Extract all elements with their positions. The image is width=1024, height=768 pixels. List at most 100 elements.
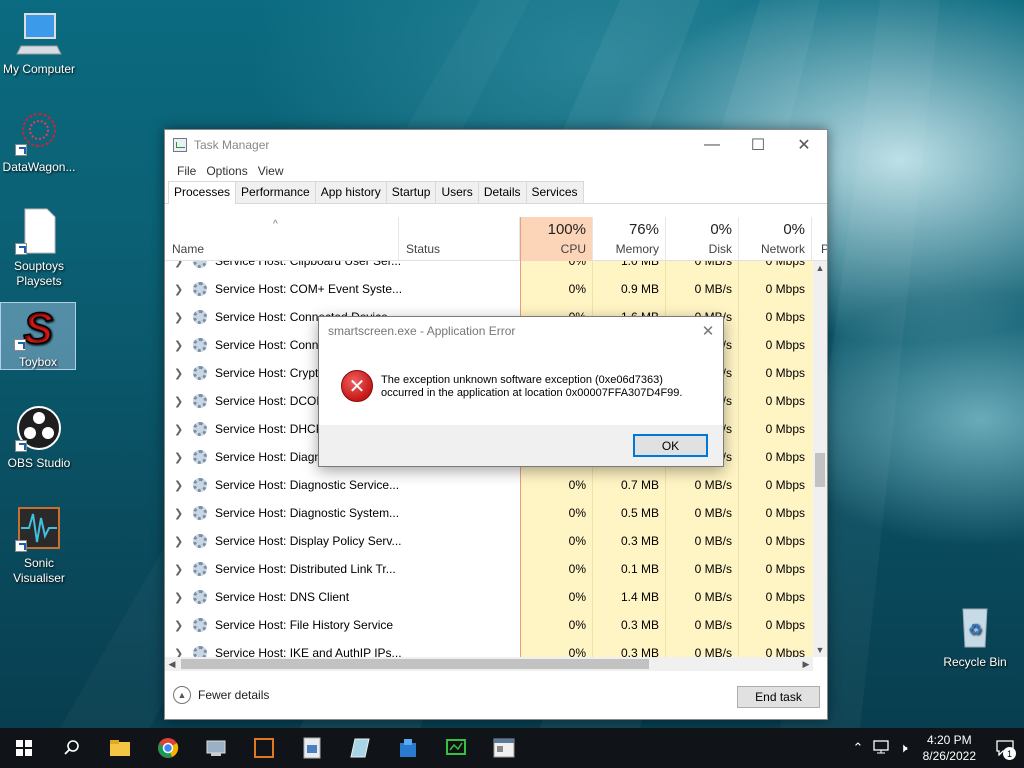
column-header-network[interactable]: 0% Network	[739, 217, 812, 261]
start-button[interactable]	[0, 728, 48, 768]
menu-options[interactable]: Options	[201, 164, 252, 178]
maximize-icon[interactable]: ☐	[735, 130, 781, 160]
volume-icon[interactable]: 🕨	[894, 740, 912, 756]
column-header-extra[interactable]: P	[812, 217, 827, 261]
column-header-memory[interactable]: 76% Memory	[593, 217, 666, 261]
taskbar-app-4[interactable]	[336, 728, 384, 768]
notification-center-icon[interactable]: 1	[986, 728, 1024, 768]
tab-processes[interactable]: Processes	[168, 181, 237, 204]
desktop-icon-sonic-visualiser[interactable]: Sonic Visualiser	[1, 504, 77, 586]
application-error-dialog[interactable]: smartscreen.exe - Application Error ✕ ✕ …	[318, 316, 724, 467]
expand-chevron-icon[interactable]: ❯	[174, 591, 183, 604]
dialog-close-icon[interactable]: ✕	[693, 322, 723, 340]
taskbar-app-5[interactable]	[384, 728, 432, 768]
taskbar: ⌃ 🕨 4:20 PM 8/26/2022 1	[0, 728, 1024, 768]
expand-chevron-icon[interactable]: ❯	[174, 339, 183, 352]
process-name: Service Host: Diagnostic System...	[215, 506, 400, 520]
table-row[interactable]: ❯ Service Host: DNS Client 0% 1.4 MB 0 MB/s 0…	[165, 583, 813, 611]
table-row[interactable]: ❯ Service Host: Distributed Link Tr... 0% 0…	[165, 555, 813, 583]
system-tray: ⌃ 🕨 4:20 PM 8/26/2022 1	[848, 728, 1024, 768]
network-icon[interactable]	[868, 739, 894, 757]
task-manager-titlebar[interactable]: Task Manager — ☐ ✕	[165, 130, 827, 160]
tab-details[interactable]: Details	[477, 181, 527, 203]
end-task-button[interactable]: End task	[737, 686, 820, 708]
gear-icon	[193, 366, 207, 380]
menu-file[interactable]: File	[172, 164, 201, 178]
tab-performance[interactable]: Performance	[235, 181, 316, 203]
taskbar-app-6[interactable]	[432, 728, 480, 768]
expand-chevron-icon[interactable]: ❯	[174, 311, 183, 324]
taskbar-file-explorer[interactable]	[96, 728, 144, 768]
expand-chevron-icon[interactable]: ❯	[174, 451, 183, 464]
column-header-status[interactable]: Status	[399, 217, 520, 261]
horizontal-scrollbar[interactable]: ◀ ▶	[165, 657, 813, 671]
clock[interactable]: 4:20 PM 8/26/2022	[913, 732, 986, 764]
close-icon[interactable]: ✕	[781, 130, 827, 160]
expand-chevron-icon[interactable]: ❯	[174, 507, 183, 520]
expand-chevron-icon[interactable]: ❯	[174, 367, 183, 380]
gear-icon	[193, 394, 207, 408]
tab-users[interactable]: Users	[435, 181, 479, 203]
memory-value: 0.7 MB	[620, 478, 659, 492]
desktop-icon-toybox[interactable]: S Toybox	[0, 302, 76, 370]
scroll-right-icon[interactable]: ▶	[799, 657, 813, 671]
process-name: Service Host: File History Service	[215, 618, 394, 632]
taskbar-chrome[interactable]	[144, 728, 192, 768]
scroll-up-icon[interactable]: ▲	[813, 261, 827, 275]
gear-icon	[193, 534, 207, 548]
expand-chevron-icon[interactable]: ❯	[174, 283, 183, 296]
table-row[interactable]: ❯ Service Host: Display Policy Serv... 0% 0…	[165, 527, 813, 555]
expand-chevron-icon[interactable]: ❯	[174, 535, 183, 548]
cpu-value: 0%	[568, 478, 586, 492]
dialog-titlebar[interactable]: smartscreen.exe - Application Error ✕	[319, 317, 723, 345]
expand-chevron-icon[interactable]: ❯	[174, 479, 183, 492]
tab-strip: Processes Performance App history Startu…	[165, 181, 827, 204]
expand-chevron-icon[interactable]: ❯	[174, 619, 183, 632]
shortcut-arrow-icon	[15, 243, 27, 255]
desktop-icon-datawagon[interactable]: DataWagon...	[1, 108, 77, 175]
tab-startup[interactable]: Startup	[385, 181, 437, 203]
table-row[interactable]: ❯ Service Host: COM+ Event Syste... 0% 0.9 …	[165, 275, 813, 303]
dialog-footer: OK	[319, 425, 723, 466]
expand-chevron-icon[interactable]: ❯	[174, 647, 183, 658]
table-row[interactable]: ❯ Service Host: IKE and AuthIP IPs... 0% 0.…	[165, 639, 813, 657]
cpu-value: 0%	[568, 618, 586, 632]
notification-badge: 1	[1003, 747, 1016, 760]
network-value: 0 Mbps	[765, 534, 805, 548]
column-header-disk[interactable]: 0% Disk	[666, 217, 739, 261]
taskbar-app-2[interactable]	[240, 728, 288, 768]
table-row[interactable]: ❯ Service Host: Diagnostic System... 0% 0.5…	[165, 499, 813, 527]
expand-chevron-icon[interactable]: ❯	[174, 395, 183, 408]
taskbar-app-1[interactable]	[192, 728, 240, 768]
desktop-icon-recycle-bin[interactable]: ♻ Recycle Bin	[937, 603, 1013, 670]
tab-services[interactable]: Services	[525, 181, 584, 203]
scroll-left-icon[interactable]: ◀	[165, 657, 179, 671]
table-row[interactable]: ❯ Service Host: Clipboard User Ser... 0% 1.…	[165, 261, 813, 275]
vertical-scrollbar[interactable]: ▲ ▼	[813, 261, 827, 657]
table-row[interactable]: ❯ Service Host: File History Service 0% 0.3…	[165, 611, 813, 639]
horizontal-scroll-thumb[interactable]	[181, 659, 649, 669]
scroll-down-icon[interactable]: ▼	[813, 643, 827, 657]
desktop-icon-my-computer[interactable]: My Computer	[1, 10, 77, 77]
ok-button[interactable]: OK	[633, 434, 708, 457]
chevron-up-icon[interactable]: ⌃	[848, 740, 869, 756]
expand-chevron-icon[interactable]: ❯	[174, 423, 183, 436]
minimize-icon[interactable]: —	[689, 130, 735, 160]
disk-value: 0 MB/s	[694, 618, 732, 632]
vertical-scroll-thumb[interactable]	[815, 453, 825, 487]
window-title: Task Manager	[194, 138, 270, 152]
menu-view[interactable]: View	[253, 164, 289, 178]
gear-icon	[193, 646, 207, 657]
search-button[interactable]	[48, 728, 96, 768]
tab-app-history[interactable]: App history	[314, 181, 387, 203]
fewer-details-button[interactable]: ▲ Fewer details	[173, 686, 269, 704]
taskbar-app-3[interactable]	[288, 728, 336, 768]
desktop-icon-obs-studio[interactable]: OBS Studio	[1, 404, 77, 471]
taskbar-app-7[interactable]	[480, 728, 528, 768]
desktop-icon-souptoys-playsets[interactable]: Souptoys Playsets	[1, 207, 77, 289]
expand-chevron-icon[interactable]: ❯	[174, 261, 183, 268]
expand-chevron-icon[interactable]: ❯	[174, 563, 183, 576]
table-row[interactable]: ❯ Service Host: Diagnostic Service... 0% 0.…	[165, 471, 813, 499]
column-header-cpu[interactable]: 100% CPU	[520, 217, 593, 261]
column-header-name[interactable]: ^ Name	[165, 217, 399, 261]
